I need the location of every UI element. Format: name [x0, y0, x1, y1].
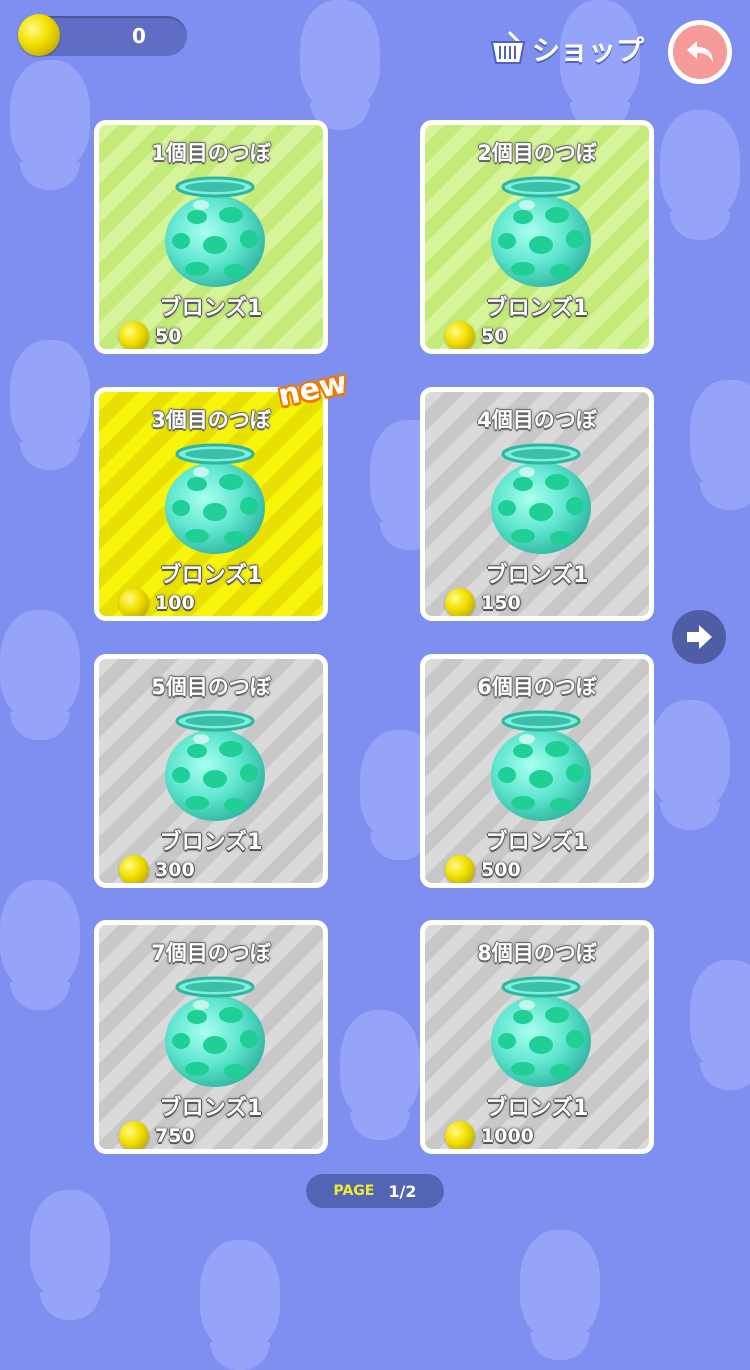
pot-card-5[interactable]: 5個目のつぼ ブロンズ1 300: [94, 654, 328, 888]
pot-card-8[interactable]: 8個目のつぼ ブロンズ1 1000: [420, 920, 654, 1154]
new-badge: new: [275, 365, 351, 414]
price-row: 100: [119, 588, 195, 616]
price-value: 50: [481, 325, 508, 347]
coin-icon: [119, 588, 149, 616]
coin-icon: [119, 1121, 149, 1149]
shop-label: ショップ: [532, 34, 645, 67]
price-value: 150: [481, 592, 521, 614]
coin-icon: [445, 1121, 475, 1149]
rank-label: ブロンズ1: [159, 1096, 263, 1121]
rank-label: ブロンズ1: [485, 563, 589, 588]
pot-icon: [491, 710, 591, 821]
rank-label: ブロンズ1: [485, 1096, 589, 1121]
pot-title: 7個目のつぼ: [151, 941, 271, 965]
rank-label: ブロンズ1: [159, 830, 263, 855]
price-value: 750: [155, 1125, 195, 1147]
coin-icon: [445, 588, 475, 616]
pot-card-1[interactable]: 1個目のつぼ ブロンズ1 50: [94, 120, 328, 354]
pot-icon: [165, 710, 265, 821]
pot-title: 2個目のつぼ: [477, 141, 597, 165]
price-value: 50: [155, 325, 182, 347]
pot-card-7[interactable]: 7個目のつぼ ブロンズ1 750: [94, 920, 328, 1154]
pot-title: 5個目のつぼ: [151, 675, 271, 699]
back-button[interactable]: [668, 20, 732, 84]
coin-count: 0: [132, 24, 146, 48]
pot-title: 4個目のつぼ: [477, 408, 597, 432]
pot-card-2[interactable]: 2個目のつぼ ブロンズ1 50: [420, 120, 654, 354]
coin-icon: [445, 321, 475, 349]
rank-label: ブロンズ1: [159, 563, 263, 588]
price-row: 150: [445, 588, 521, 616]
coin-icon: [119, 855, 149, 883]
coin-icon: [18, 14, 60, 56]
shop-button[interactable]: ショップ: [488, 26, 648, 72]
pot-icon: [491, 976, 591, 1087]
next-page-button[interactable]: [672, 610, 726, 664]
rank-label: ブロンズ1: [159, 296, 263, 321]
coin-icon: [119, 321, 149, 349]
pot-card-6[interactable]: 6個目のつぼ ブロンズ1 500: [420, 654, 654, 888]
pot-title: 6個目のつぼ: [477, 675, 597, 699]
price-value: 300: [155, 859, 195, 881]
pot-icon: [165, 443, 265, 554]
pot-icon: [491, 176, 591, 287]
right-arrow-icon: [687, 625, 712, 649]
page-indicator: PAGE 1/2: [306, 1174, 444, 1208]
back-arrow-icon: [687, 41, 713, 63]
basket-icon: [490, 31, 526, 64]
rank-label: ブロンズ1: [485, 830, 589, 855]
coin-icon: [445, 855, 475, 883]
pot-card-3[interactable]: 3個目のつぼ ブロンズ1 100: [94, 387, 328, 621]
coin-balance: 0: [18, 14, 187, 56]
price-value: 100: [155, 592, 195, 614]
price-row: 1000: [445, 1121, 534, 1149]
pot-title: 1個目のつぼ: [151, 141, 271, 165]
pot-icon: [165, 176, 265, 287]
pot-icon: [491, 443, 591, 554]
price-row: 750: [119, 1121, 195, 1149]
pot-icon: [165, 976, 265, 1087]
price-row: 50: [119, 321, 182, 349]
price-row: 500: [445, 855, 521, 883]
price-row: 50: [445, 321, 508, 349]
page-label: PAGE: [333, 1183, 375, 1199]
price-row: 300: [119, 855, 195, 883]
pot-title: 8個目のつぼ: [477, 941, 597, 965]
price-value: 1000: [481, 1125, 534, 1147]
price-value: 500: [481, 859, 521, 881]
pot-card-4[interactable]: 4個目のつぼ ブロンズ1 150: [420, 387, 654, 621]
page-count: 1/2: [388, 1181, 417, 1201]
rank-label: ブロンズ1: [485, 296, 589, 321]
